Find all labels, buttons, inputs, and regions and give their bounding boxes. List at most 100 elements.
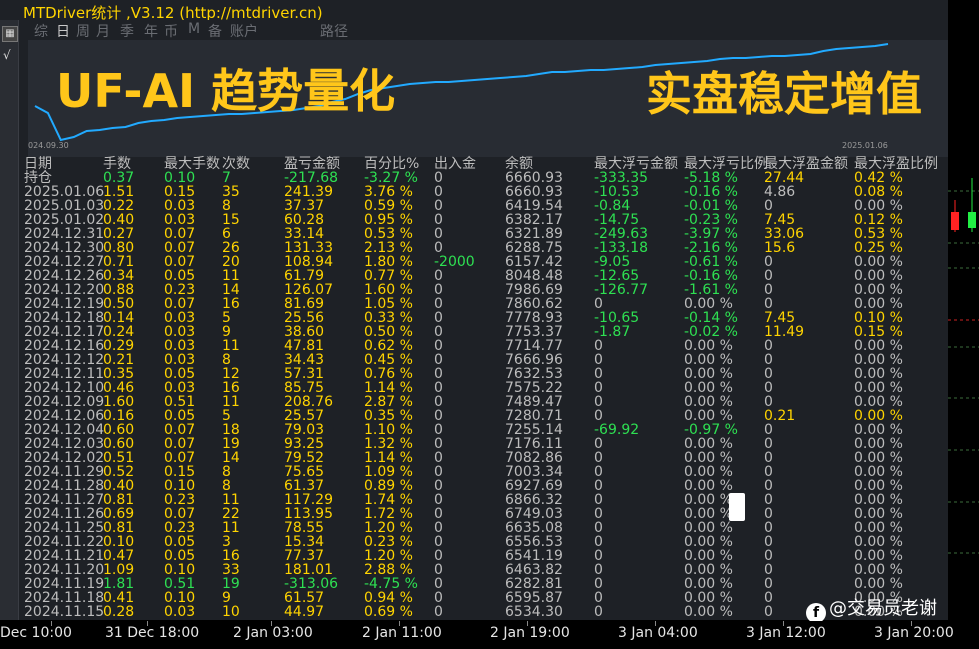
table-cell: -4.75 %: [364, 576, 418, 592]
table-cell: 0.00 %: [854, 380, 903, 396]
table-cell: 0: [594, 450, 603, 466]
time-axis-tick: [911, 621, 912, 626]
table-cell: 0.12 %: [854, 212, 903, 228]
row-date: 2024.12.09: [24, 394, 105, 410]
table-cell: -1.87: [594, 324, 631, 340]
table-cell: 19: [222, 436, 240, 452]
table-cell: 7632.53: [505, 366, 563, 382]
table-cell: -14.75: [594, 212, 640, 228]
table-cell: -10.53: [594, 184, 640, 200]
time-axis-label: 2 Jan 03:00: [233, 625, 313, 641]
table-cell: 0: [594, 492, 603, 508]
table-cell: 16: [222, 380, 240, 396]
table-cell: 0.52: [103, 464, 135, 480]
table-cell: 0.00 %: [684, 450, 733, 466]
table-cell: -0.14 %: [684, 310, 738, 326]
table-cell: 0.16: [103, 408, 135, 424]
table-cell: -5.18 %: [684, 170, 738, 186]
column-header[interactable]: 最大浮亏比例: [684, 157, 768, 171]
table-cell: 0.35 %: [364, 408, 413, 424]
column-header[interactable]: 余额: [505, 157, 533, 171]
table-cell: 0: [434, 282, 443, 298]
row-date: 2024.11.22: [24, 534, 105, 550]
column-header[interactable]: 日期: [24, 157, 52, 171]
table-cell: 37.37: [284, 198, 325, 214]
table-cell: -2000: [434, 254, 475, 270]
table-cell: 79.52: [284, 450, 325, 466]
time-axis-tick: [527, 621, 528, 626]
table-cell: 0.53 %: [364, 226, 413, 242]
table-cell: 1.72 %: [364, 506, 413, 522]
table-cell: -0.97 %: [684, 422, 738, 438]
table-cell: 1.20 %: [364, 548, 413, 564]
mouse-cursor: [729, 493, 745, 521]
row-date: 2024.12.04: [24, 422, 105, 438]
table-cell: 0.00 %: [854, 422, 903, 438]
row-date: 2024.12.03: [24, 436, 105, 452]
table-cell: 0.00 %: [854, 394, 903, 410]
table-cell: 0.62 %: [364, 338, 413, 354]
table-cell: 14: [222, 450, 240, 466]
column-header[interactable]: 盈亏金额: [284, 157, 340, 171]
table-cell: 0.23: [164, 492, 196, 508]
table-cell: 7986.69: [505, 282, 563, 298]
table-cell: 0.00 %: [854, 198, 903, 214]
table-cell: 6635.08: [505, 520, 563, 536]
column-header[interactable]: 最大浮亏金额: [594, 157, 678, 171]
table-cell: 0: [594, 338, 603, 354]
row-date: 2024.12.18: [24, 310, 105, 326]
table-cell: 11: [222, 338, 240, 354]
table-cell: 0.14: [103, 310, 135, 326]
row-date: 2024.11.27: [24, 492, 105, 508]
table-cell: 0.07: [164, 254, 196, 270]
table-cell: 0.00 %: [854, 450, 903, 466]
column-header[interactable]: 次数: [222, 157, 250, 171]
time-axis-tick: [51, 621, 52, 626]
table-cell: 60.28: [284, 212, 325, 228]
table-cell: 38.60: [284, 324, 325, 340]
table-cell: 0.03: [164, 310, 196, 326]
table-cell: 8: [222, 198, 231, 214]
table-cell: 0: [434, 548, 443, 564]
row-date: 2025.01.02: [24, 212, 105, 228]
table-cell: 0.07: [164, 240, 196, 256]
column-header[interactable]: 百分比%: [364, 157, 419, 171]
row-date: 2024.12.30: [24, 240, 105, 256]
table-cell: 0: [434, 604, 443, 620]
table-cell: 1.80 %: [364, 254, 413, 270]
table-cell: 0: [764, 366, 773, 382]
candle-body: [968, 212, 976, 228]
table-cell: 78.55: [284, 520, 325, 536]
table-cell: 0.46: [103, 380, 135, 396]
column-header[interactable]: 手数: [103, 157, 131, 171]
table-cell: 14: [222, 282, 240, 298]
table-cell: 0.00 %: [854, 282, 903, 298]
table-cell: 0: [434, 268, 443, 284]
table-cell: 0: [764, 380, 773, 396]
table-cell: 0: [764, 296, 773, 312]
column-header[interactable]: 最大手数: [164, 157, 220, 171]
table-cell: 0.69: [103, 506, 135, 522]
table-cell: 0.71: [103, 254, 135, 270]
row-date: 2024.12.06: [24, 408, 105, 424]
row-date: 2024.12.10: [24, 380, 105, 396]
table-cell: 8: [222, 478, 231, 494]
table-cell: 0: [764, 394, 773, 410]
table-cell: 0.23: [164, 282, 196, 298]
daily-stats-table: 日期 手数 最大手数 次数 盈亏金额 百分比% 出入金 余额 最大浮亏金额 最大浮亏比例 最大浮盈金…: [0, 0, 948, 620]
table-cell: 1.05 %: [364, 296, 413, 312]
table-cell: 0: [764, 562, 773, 578]
table-cell: 0: [764, 338, 773, 354]
table-cell: 0.53 %: [854, 226, 903, 242]
column-header[interactable]: 最大浮盈金额: [764, 157, 848, 171]
column-header[interactable]: 出入金: [434, 157, 476, 171]
table-cell: 0.94 %: [364, 590, 413, 606]
table-cell: 1.60 %: [364, 282, 413, 298]
row-date: 2024.12.17: [24, 324, 105, 340]
table-cell: 1.32 %: [364, 436, 413, 452]
table-cell: 0.23: [164, 520, 196, 536]
table-cell: 0: [594, 520, 603, 536]
table-cell: 0: [764, 422, 773, 438]
table-cell: 7778.93: [505, 310, 563, 326]
column-header[interactable]: 最大浮盈比例: [854, 157, 938, 171]
